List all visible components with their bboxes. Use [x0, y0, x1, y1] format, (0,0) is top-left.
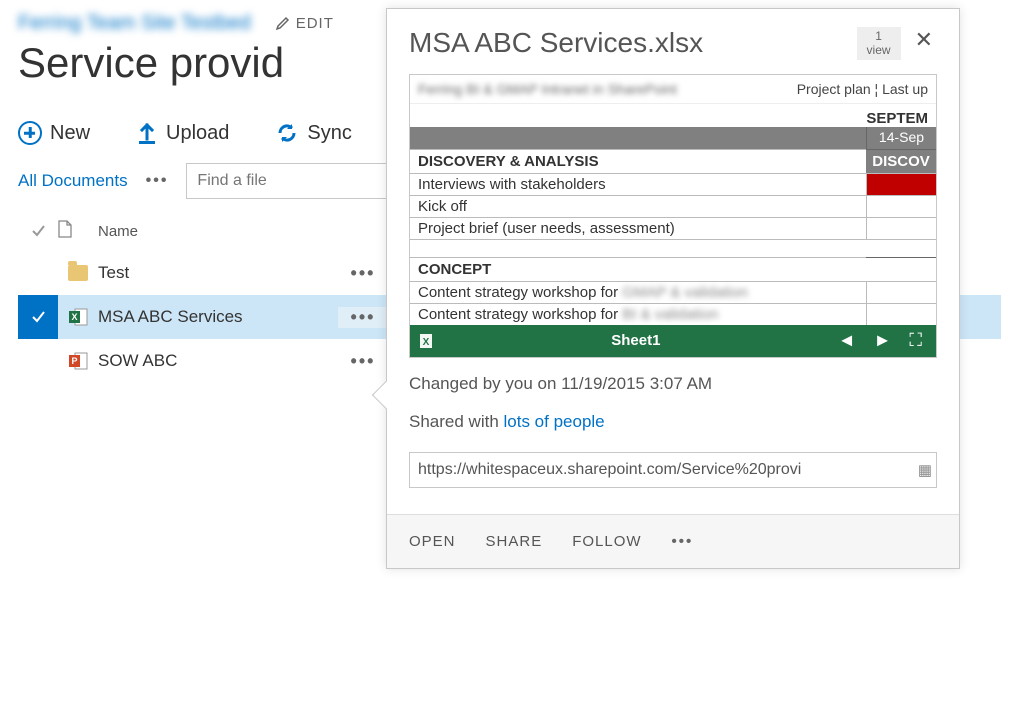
preview-cell: Content strategy workshop for BI & valid… — [410, 303, 866, 325]
new-label: New — [50, 122, 90, 145]
svg-text:P: P — [71, 356, 77, 366]
preview-section: DISCOVERY & ANALYSIS — [410, 149, 866, 173]
sheet-next-icon[interactable]: ► — [874, 330, 892, 351]
icon-column-header — [58, 220, 98, 242]
preview-tabs: Project plan ¦ Last up — [797, 81, 928, 97]
preview-section-r: DISCOV — [866, 149, 936, 173]
edit-links[interactable]: EDIT — [275, 15, 334, 32]
view-count-label: view — [867, 43, 891, 57]
shared-prefix: Shared with — [409, 412, 504, 431]
footer-more-icon[interactable]: ••• — [672, 533, 694, 550]
sync-label: Sync — [307, 122, 351, 145]
preview-date: 14-Sep — [866, 127, 936, 149]
upload-icon — [136, 121, 158, 145]
views-more-icon[interactable]: ••• — [146, 172, 169, 190]
changed-info: Changed by you on 11/19/2015 3:07 AM — [409, 374, 937, 394]
preview-cell: Kick off — [410, 195, 866, 217]
row-menu-icon[interactable]: ••• — [338, 351, 388, 372]
preview-month: SEPTEM — [410, 104, 936, 127]
qr-icon[interactable]: ▦ — [918, 461, 932, 479]
powerpoint-icon: P — [58, 351, 98, 371]
file-name[interactable]: MSA ABC Services — [98, 307, 338, 327]
fullscreen-icon[interactable]: ⛶ — [909, 330, 922, 351]
upload-button[interactable]: Upload — [136, 121, 229, 145]
sync-icon — [275, 121, 299, 145]
close-icon[interactable]: ✕ — [911, 27, 937, 53]
share-button[interactable]: SHARE — [486, 533, 543, 550]
name-column-header[interactable]: Name — [98, 223, 338, 240]
upload-label: Upload — [166, 122, 229, 145]
check-header-icon[interactable] — [18, 223, 58, 239]
site-breadcrumb[interactable]: Ferring Team Site Testbed — [18, 12, 251, 35]
follow-button[interactable]: FOLLOW — [572, 533, 641, 550]
edit-links-label: EDIT — [296, 15, 334, 32]
sheet-tab[interactable]: Sheet1 — [448, 332, 824, 349]
folder-icon — [58, 265, 98, 281]
svg-text:X: X — [423, 337, 430, 348]
preview-section: CONCEPT — [410, 257, 866, 281]
excel-icon: X — [58, 307, 98, 327]
shared-info: Shared with lots of people — [409, 412, 937, 432]
row-menu-icon[interactable]: ••• — [338, 307, 388, 328]
view-count-n: 1 — [867, 29, 891, 43]
view-count: 1 view — [857, 27, 901, 60]
url-text: https://whitespaceux.sharepoint.com/Serv… — [418, 461, 801, 479]
sheet-prev-icon[interactable]: ◄ — [838, 330, 856, 351]
preview-breadcrumb: Ferring BI & GMAP Intranet in SharePoint — [418, 81, 677, 97]
sync-button[interactable]: Sync — [275, 121, 351, 145]
row-menu-icon[interactable]: ••• — [338, 263, 388, 284]
svg-text:X: X — [71, 312, 77, 322]
file-preview[interactable]: Ferring BI & GMAP Intranet in SharePoint… — [409, 74, 937, 358]
row-check[interactable] — [18, 295, 58, 339]
preview-cell: Content strategy workshop for GMAP & val… — [410, 281, 866, 303]
preview-cell: Project brief (user needs, assessment) — [410, 217, 866, 239]
url-box[interactable]: https://whitespaceux.sharepoint.com/Serv… — [409, 452, 937, 488]
open-button[interactable]: OPEN — [409, 533, 456, 550]
file-name[interactable]: Test — [98, 263, 338, 283]
file-callout: MSA ABC Services.xlsx 1 view ✕ Ferring B… — [386, 8, 960, 569]
new-button[interactable]: New — [18, 121, 90, 145]
preview-cell: Interviews with stakeholders — [410, 173, 866, 195]
view-all-documents[interactable]: All Documents — [18, 171, 128, 191]
excel-app-icon: X — [410, 332, 448, 350]
file-name[interactable]: SOW ABC — [98, 351, 338, 371]
shared-link[interactable]: lots of people — [504, 412, 605, 431]
plus-circle-icon — [18, 121, 42, 145]
pencil-icon — [275, 16, 290, 31]
callout-title: MSA ABC Services.xlsx — [409, 27, 847, 59]
